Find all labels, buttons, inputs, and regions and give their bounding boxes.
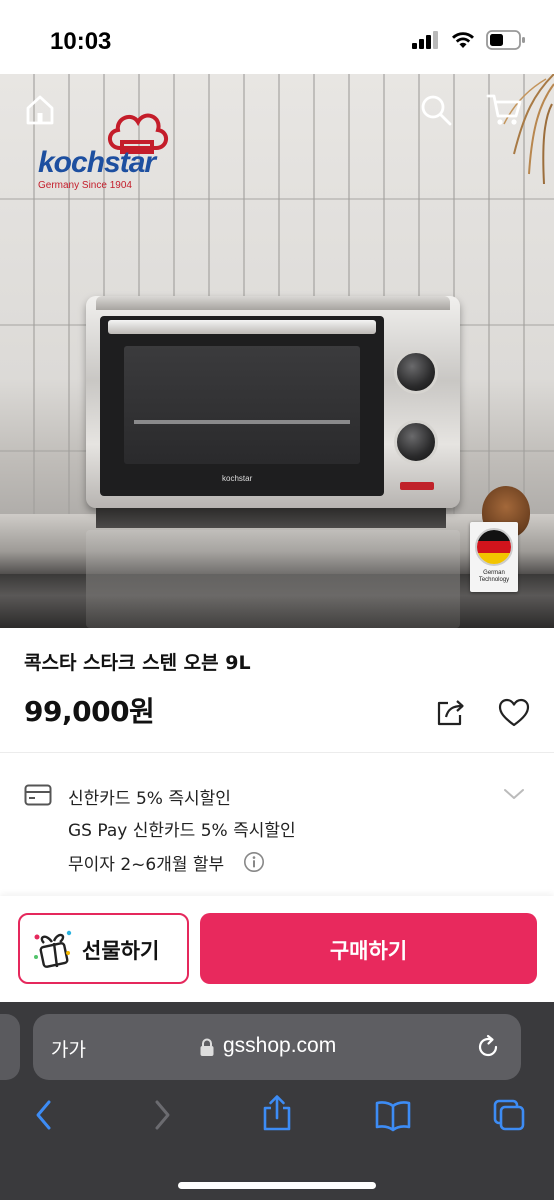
timer-knob — [394, 350, 438, 394]
back-icon[interactable] — [30, 1098, 58, 1132]
home-indicator — [178, 1182, 376, 1189]
cellular-signal-icon — [412, 31, 438, 49]
browser-toolbar: 가가 gsshop.com — [0, 1002, 554, 1200]
installment-info: 무이자 2~6개월 할부 — [68, 855, 225, 875]
forward-icon[interactable] — [148, 1098, 176, 1132]
german-technology-badge: German Technology — [470, 522, 518, 592]
lock-icon — [200, 1038, 214, 1056]
oven-base — [96, 508, 446, 528]
browser-nav-row — [0, 1092, 554, 1142]
purchase-bar: 선물하기 구매하기 — [0, 896, 554, 1002]
product-price: 99,000원 — [24, 695, 155, 728]
status-icons — [412, 30, 526, 50]
brand-tagline: Germany Since 1904 — [38, 180, 132, 191]
product-image[interactable]: kochstar German Technology kochstar Germ… — [0, 74, 554, 628]
bookmarks-icon[interactable] — [374, 1098, 412, 1132]
status-bar: 10:03 — [0, 0, 554, 74]
reader-settings-button[interactable]: 가가 — [51, 1035, 86, 1062]
oven-rack — [134, 420, 350, 424]
oven-window — [124, 346, 360, 464]
wishlist-heart-icon[interactable] — [497, 697, 531, 729]
search-icon[interactable] — [418, 92, 454, 128]
section-divider — [0, 752, 554, 753]
gift-button-label: 선물하기 — [82, 939, 160, 963]
brand-name: kochstar — [38, 146, 156, 179]
indicator-light — [400, 482, 434, 490]
info-icon[interactable] — [243, 851, 265, 873]
product-title: 콕스타 스타크 스텐 오븐 9L — [24, 652, 251, 674]
share-icon[interactable] — [434, 697, 466, 729]
oven-reflection — [86, 530, 460, 628]
chevron-down-icon[interactable] — [502, 786, 526, 802]
address-bar[interactable]: 가가 gsshop.com — [33, 1014, 521, 1080]
oven-top — [96, 296, 450, 310]
gift-icon — [34, 930, 72, 968]
tabs-icon[interactable] — [492, 1098, 526, 1132]
germany-flag-icon — [475, 528, 513, 566]
battery-icon — [486, 30, 525, 50]
reload-icon[interactable] — [475, 1034, 501, 1060]
credit-card-icon — [24, 784, 52, 806]
gift-button[interactable]: 선물하기 — [18, 913, 189, 984]
temperature-knob — [394, 420, 438, 464]
previous-tab-preview[interactable] — [0, 1014, 20, 1080]
url-text: gsshop.com — [223, 1034, 337, 1057]
wifi-icon — [452, 31, 474, 48]
buy-button[interactable]: 구매하기 — [200, 913, 537, 984]
badge-text: German Technology — [478, 570, 510, 583]
card-discount-line-2: GS Pay 신한카드 5% 즉시할인 — [68, 821, 296, 841]
share-icon[interactable] — [260, 1094, 294, 1132]
oven-logo: kochstar — [222, 474, 253, 483]
buy-button-label: 구매하기 — [329, 939, 408, 963]
status-time: 10:03 — [50, 28, 112, 55]
card-discount-line-1: 신한카드 5% 즉시할인 — [68, 789, 231, 809]
cart-icon[interactable] — [486, 92, 524, 128]
oven-handle — [108, 320, 376, 334]
home-icon[interactable] — [22, 92, 58, 128]
